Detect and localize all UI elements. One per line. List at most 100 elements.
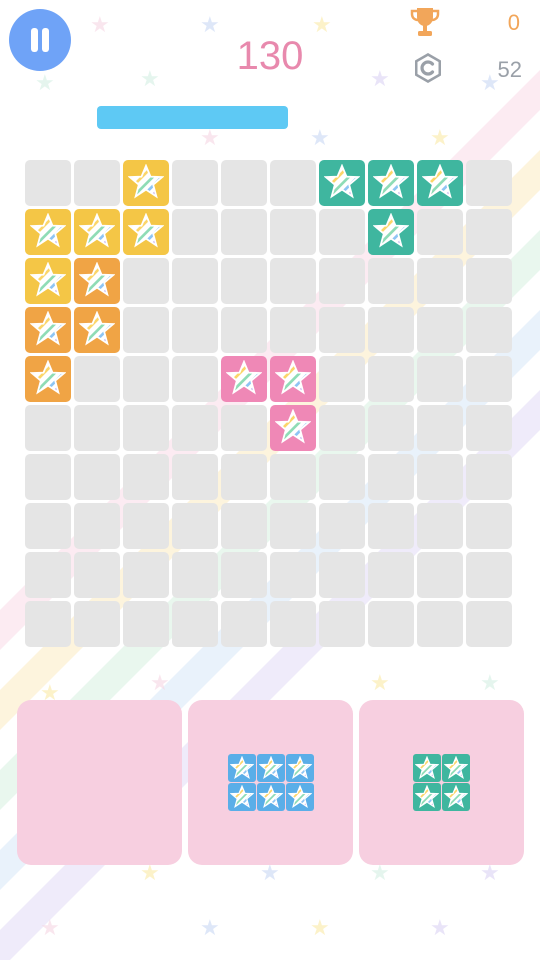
rainbow-star-icon <box>444 756 468 779</box>
board-cell-empty <box>368 454 414 500</box>
board-cell-empty <box>417 209 463 255</box>
board-cell-empty <box>25 160 71 206</box>
board-cell-empty <box>368 503 414 549</box>
board-cell-empty <box>368 356 414 402</box>
board-cell-empty <box>417 405 463 451</box>
board-cell-empty <box>25 454 71 500</box>
tray-teal-piece[interactable] <box>359 700 524 865</box>
board-cell-empty <box>466 503 512 549</box>
board-cell-teal <box>368 209 414 255</box>
svg-text:★: ★ <box>430 916 450 941</box>
board-cell-empty <box>319 209 365 255</box>
board-cell-empty <box>221 209 267 255</box>
piece-cell-teal <box>413 754 441 782</box>
board-cell-empty <box>417 258 463 304</box>
rainbow-star-icon <box>229 785 254 808</box>
block-piece[interactable] <box>227 754 314 811</box>
rainbow-star-icon <box>79 262 115 297</box>
board-cell-empty <box>466 307 512 353</box>
rainbow-star-icon <box>79 213 115 248</box>
svg-text:★: ★ <box>480 671 500 696</box>
board-cell-empty <box>319 258 365 304</box>
board-cell-empty <box>466 601 512 647</box>
board-cell-pink <box>270 356 316 402</box>
svg-text:★: ★ <box>200 916 220 941</box>
tray-empty[interactable] <box>17 700 182 865</box>
board-cell-empty <box>74 454 120 500</box>
board-cell-empty <box>221 454 267 500</box>
board-cell-empty <box>270 307 316 353</box>
board-cell-empty <box>172 160 218 206</box>
rainbow-star-icon <box>275 409 311 444</box>
board-cell-empty <box>74 601 120 647</box>
board-cell-pink <box>221 356 267 402</box>
board-cell-empty <box>319 405 365 451</box>
rainbow-star-icon <box>30 213 66 248</box>
best-score: 0 <box>507 10 520 35</box>
rainbow-star-icon <box>373 213 409 248</box>
rainbow-star-icon <box>444 785 468 808</box>
board-cell-empty <box>123 503 169 549</box>
game-board[interactable] <box>25 160 515 650</box>
board-cell-empty <box>417 356 463 402</box>
rainbow-star-icon <box>258 756 283 779</box>
svg-text:★: ★ <box>150 671 170 696</box>
board-cell-empty <box>123 405 169 451</box>
board-cell-empty <box>368 552 414 598</box>
board-cell-empty <box>74 552 120 598</box>
board-cell-empty <box>270 454 316 500</box>
board-cell-empty <box>25 503 71 549</box>
piece-cell-teal <box>442 754 470 782</box>
board-cell-teal <box>417 160 463 206</box>
board-cell-empty <box>123 601 169 647</box>
copyright-coin-icon <box>415 53 441 83</box>
board-cell-orange <box>25 356 71 402</box>
board-cell-empty <box>25 601 71 647</box>
rainbow-star-icon <box>415 756 439 779</box>
rainbow-star-icon <box>30 360 66 395</box>
board-cell-empty <box>270 601 316 647</box>
board-cell-yellow <box>123 160 169 206</box>
board-cell-empty <box>172 405 218 451</box>
pause-button[interactable] <box>9 9 71 71</box>
board-cell-yellow <box>123 209 169 255</box>
piece-cell-teal <box>442 783 470 811</box>
block-piece[interactable] <box>413 754 470 811</box>
board-cell-empty <box>172 356 218 402</box>
board-cell-empty <box>319 356 365 402</box>
board-cell-orange <box>74 307 120 353</box>
board-cell-empty <box>123 454 169 500</box>
board-cell-empty <box>270 552 316 598</box>
board-cell-empty <box>74 405 120 451</box>
board-cell-empty <box>319 454 365 500</box>
board-cell-empty <box>270 160 316 206</box>
svg-text:★: ★ <box>370 67 390 92</box>
board-cell-empty <box>270 258 316 304</box>
rainbow-star-icon <box>373 164 409 199</box>
rainbow-star-icon <box>226 360 262 395</box>
board-cell-empty <box>172 307 218 353</box>
rainbow-star-icon <box>229 756 254 779</box>
board-cell-empty <box>221 552 267 598</box>
board-cell-empty <box>319 503 365 549</box>
tray-blue-piece[interactable] <box>188 700 353 865</box>
board-cell-empty <box>74 356 120 402</box>
board-cell-empty <box>25 552 71 598</box>
board-cell-empty <box>221 601 267 647</box>
rainbow-star-icon <box>287 785 312 808</box>
board-cell-empty <box>123 258 169 304</box>
svg-text:★: ★ <box>140 67 160 92</box>
piece-cell-blue <box>227 754 256 782</box>
board-cell-pink <box>270 405 316 451</box>
piece-cell-teal <box>413 783 441 811</box>
board-cell-empty <box>368 405 414 451</box>
rainbow-star-icon <box>275 360 311 395</box>
board-cell-empty <box>123 356 169 402</box>
svg-text:★: ★ <box>35 71 55 96</box>
rainbow-star-icon <box>324 164 360 199</box>
board-cell-empty <box>221 258 267 304</box>
board-cell-yellow <box>25 209 71 255</box>
rainbow-star-icon <box>128 213 164 248</box>
board-cell-empty <box>417 307 463 353</box>
board-cell-empty <box>172 258 218 304</box>
